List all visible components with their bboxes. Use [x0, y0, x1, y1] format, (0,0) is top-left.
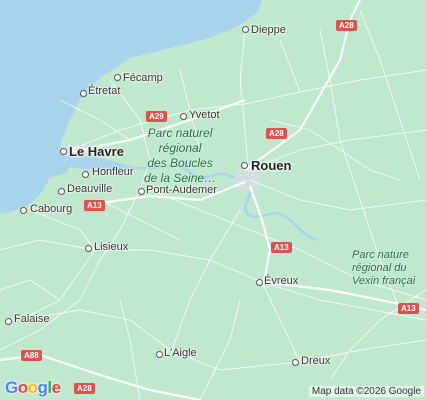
town-label-falaise[interactable]: Falaise	[14, 314, 49, 325]
road-shield-a28: A28	[266, 128, 287, 139]
map-canvas[interactable]	[0, 0, 426, 400]
le-havre-marker[interactable]	[60, 148, 67, 155]
park-vexin-label: Parc nature régional du Vexin françai	[352, 249, 416, 287]
town-label-lisieux[interactable]: Lisieux	[94, 242, 128, 253]
road-shield-a28: A28	[336, 20, 357, 31]
google-logo[interactable]: Google	[5, 378, 61, 398]
town-label-honfleur[interactable]: Honfleur	[92, 167, 134, 178]
road-shield-a13: A13	[84, 200, 105, 211]
town-label-evreux[interactable]: Évreux	[264, 276, 298, 287]
road-shield-a13: A13	[398, 303, 419, 314]
town-label-laigle[interactable]: L'Aigle	[164, 348, 197, 359]
yvetot-marker[interactable]	[180, 113, 187, 120]
lisieux-marker[interactable]	[85, 245, 92, 252]
town-label-deauville[interactable]: Deauville	[67, 184, 112, 195]
road-shield-a88: A88	[21, 350, 42, 361]
road-shield-a28: A28	[74, 383, 95, 394]
town-label-dreux[interactable]: Dreux	[301, 356, 330, 367]
pont-audemer-marker[interactable]	[138, 188, 145, 195]
falaise-marker[interactable]	[5, 318, 12, 325]
laigle-marker[interactable]	[156, 351, 163, 358]
deauville-marker[interactable]	[58, 188, 65, 195]
dieppe-marker[interactable]	[242, 26, 249, 33]
etretat-marker[interactable]	[80, 90, 87, 97]
road-shield-a29: A29	[146, 111, 167, 122]
park-boucles-label: Parc naturel régional des Boucles de la …	[144, 126, 217, 185]
road-shield-a13: A13	[271, 242, 292, 253]
town-label-fecamp[interactable]: Fécamp	[123, 73, 163, 84]
map-attribution[interactable]: Map data ©2026 Google	[308, 386, 424, 397]
evreux-marker[interactable]	[256, 279, 263, 286]
fecamp-marker[interactable]	[114, 74, 121, 81]
town-label-yvetot[interactable]: Yvetot	[189, 110, 220, 121]
dreux-marker[interactable]	[292, 359, 299, 366]
town-label-cabourg[interactable]: Cabourg	[30, 204, 72, 215]
town-label-pont-audemer[interactable]: Pont-Audemer	[146, 185, 217, 196]
rouen-marker[interactable]	[241, 162, 248, 169]
town-label-etretat[interactable]: Étretat	[88, 86, 120, 97]
city-label-le-havre[interactable]: Le Havre	[69, 145, 124, 158]
city-label-rouen[interactable]: Rouen	[251, 159, 291, 172]
honfleur-marker[interactable]	[82, 171, 89, 178]
cabourg-marker[interactable]	[20, 207, 27, 214]
town-label-dieppe[interactable]: Dieppe	[251, 25, 286, 36]
